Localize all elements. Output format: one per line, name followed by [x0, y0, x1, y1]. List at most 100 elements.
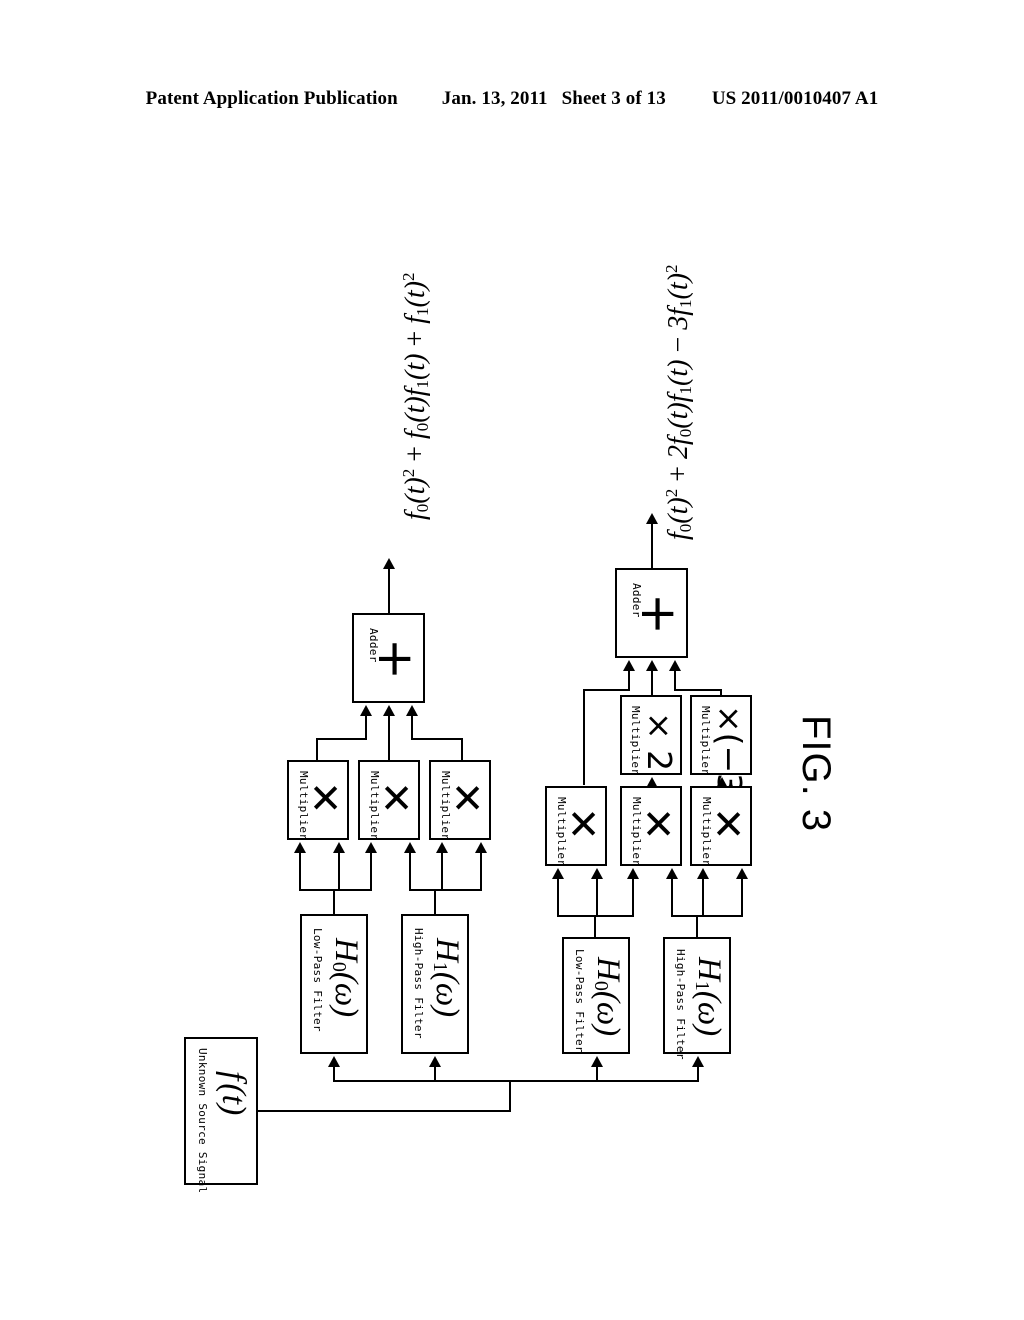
upper-lowpass-filter-block[interactable]: Low-Pass Filter H0(ω) [300, 914, 368, 1054]
lower-h1-bus-v-m2b [671, 879, 673, 917]
eq-lower-op2: − [663, 336, 694, 353]
lower-highpass-caption: High-Pass Filter [674, 949, 687, 1060]
upper-route-m1-v1 [365, 716, 367, 740]
eq-lower-term2: 2f0(t)f1(t) [663, 359, 695, 459]
upper-m3-input-arrow-a [436, 842, 448, 853]
upper-adder-symbol: + [367, 638, 425, 680]
upper-output-equation: f0(t)2 + f0(t)f1(t) + f1(t)2 [399, 272, 432, 520]
eq-upper-op1: + [400, 445, 431, 462]
eq-upper-term1: f0(t)2 [399, 468, 432, 520]
upper-h0-bus-v-m1b [338, 853, 340, 891]
lower-h1-stem [696, 915, 698, 937]
source-signal-symbol: f (t) [215, 1071, 252, 1116]
upper-route-m2-v [388, 716, 390, 760]
upper-m1-input-arrow-b [333, 842, 345, 853]
eq-upper-term2: f0(t)f1(t) [400, 353, 432, 439]
lower-multiplier-block-3[interactable]: Multiplier ✕ [690, 786, 752, 866]
upper-adder-input-arrow-3 [406, 705, 418, 716]
lower-coefficient-block-x2[interactable]: Multiplier × 2 [620, 695, 682, 775]
lower-route-c2-h [674, 689, 722, 691]
upper-output-wire [388, 565, 390, 613]
lower-route-c2-v1 [674, 671, 676, 691]
lower-route-m1-h [583, 689, 630, 691]
lower-highpass-input-arrow [692, 1056, 704, 1067]
upper-route-m3-v1 [411, 716, 413, 740]
lower-coefficient-block-xneg3[interactable]: Multiplier ×(−3) [690, 695, 752, 807]
upper-lowpass-symbol: H0(ω) [328, 938, 364, 1018]
source-distribution-bus [333, 1080, 699, 1082]
source-signal-block[interactable]: Unknown Source Signal f (t) [184, 1037, 258, 1193]
upper-h1-bus-v-m3a [441, 853, 443, 891]
upper-route-m1-h [316, 738, 367, 740]
lower-h0-bus-v-m1a [557, 879, 559, 917]
upper-lowpass-caption: Low-Pass Filter [311, 928, 324, 1032]
lower-route-c1-v [651, 671, 653, 695]
lower-m3-input-arrow-b [736, 868, 748, 879]
lower-m2-input-arrow-b [666, 868, 678, 879]
lower-adder-block[interactable]: Adder + [615, 568, 688, 658]
lower-adder-symbol: + [630, 593, 688, 635]
source-bus-drop [509, 1080, 511, 1112]
lower-m1-input-arrow-b [591, 868, 603, 879]
source-signal-caption: Unknown Source Signal [196, 1048, 209, 1194]
upper-h0-bus-v-m1a [299, 853, 301, 891]
upper-m1-input-arrow-a [294, 842, 306, 853]
lower-adder-input-arrow-2 [646, 660, 658, 671]
eq-upper-op2: + [400, 330, 431, 347]
upper-output-arrowhead [383, 558, 395, 569]
upper-route-m3-h [411, 738, 463, 740]
source-feed-line [258, 1110, 511, 1112]
upper-h1-stem [434, 889, 436, 914]
figure-3-diagram: f0(t)2 + f0(t)f1(t) + f1(t)2 f0(t)2 + 2f… [0, 0, 1024, 1320]
upper-multiplier-block-1[interactable]: Multiplier ✕ [287, 760, 349, 840]
lower-h1-bus-v-m3b [741, 879, 743, 917]
upper-route-m3-v2 [461, 738, 463, 760]
figure-label: FIG. 3 [794, 715, 838, 833]
lower-m3-input-arrow-a [697, 868, 709, 879]
upper-adder-block[interactable]: Adder + [352, 613, 425, 703]
lower-output-wire [651, 520, 653, 568]
eq-upper-term3: f1(t)2 [399, 272, 432, 324]
lower-h0-stem [594, 915, 596, 937]
lower-multiplier-block-1[interactable]: Multiplier ✕ [545, 786, 607, 866]
lower-multiplier-3-symbol: ✕ [704, 807, 750, 841]
lower-route-m1-v2 [583, 689, 585, 785]
lower-m1-input-arrow-a [552, 868, 564, 879]
lower-h1-bus-h [671, 915, 743, 917]
upper-multiplier-block-2[interactable]: Multiplier ✕ [358, 760, 420, 840]
lower-multiplier-1-symbol: ✕ [559, 807, 605, 841]
lower-multiplier-2-symbol: ✕ [634, 807, 680, 841]
lower-highpass-symbol: H1(ω) [691, 957, 727, 1037]
eq-lower-term1: f0(t)2 [662, 488, 695, 540]
upper-highpass-caption: High-Pass Filter [412, 928, 425, 1039]
upper-h1-bus-v-m3b [480, 853, 482, 891]
lower-multiplier-block-2[interactable]: Multiplier ✕ [620, 786, 682, 866]
upper-multiplier-1-symbol: ✕ [301, 781, 347, 815]
lower-lowpass-caption: Low-Pass Filter [573, 949, 586, 1053]
eq-lower-op1: + [663, 465, 694, 482]
lower-h0-bus-v-m2a [632, 879, 634, 917]
lower-adder-input-arrow-1 [623, 660, 635, 671]
upper-m2-input-arrow-a [365, 842, 377, 853]
upper-multiplier-block-3[interactable]: Multiplier ✕ [429, 760, 491, 840]
lower-highpass-filter-block[interactable]: High-Pass Filter H1(ω) [663, 937, 731, 1060]
upper-route-m1-v2 [316, 738, 318, 760]
lower-adder-input-arrow-3 [669, 660, 681, 671]
lower-h1-bus-v-m3a [702, 879, 704, 917]
upper-highpass-input-arrow [429, 1056, 441, 1067]
upper-highpass-symbol: H1(ω) [429, 938, 465, 1018]
upper-lowpass-input-arrow [328, 1056, 340, 1067]
lower-output-equation: f0(t)2 + 2f0(t)f1(t) − 3f1(t)2 [662, 264, 695, 540]
upper-multiplier-2-symbol: ✕ [372, 781, 418, 815]
upper-m2-input-arrow-b [404, 842, 416, 853]
lower-lowpass-input-arrow [591, 1056, 603, 1067]
upper-highpass-filter-block[interactable]: High-Pass Filter H1(ω) [401, 914, 469, 1054]
upper-adder-input-arrow-1 [360, 705, 372, 716]
lower-route-m1-v1 [628, 671, 630, 691]
upper-h0-bus-h [299, 889, 371, 891]
eq-lower-term3: 3f1(t)2 [662, 264, 695, 330]
upper-adder-input-arrow-2 [383, 705, 395, 716]
upper-h1-bus-v-m2b [409, 853, 411, 891]
upper-h1-bus-h [409, 889, 481, 891]
lower-lowpass-filter-block[interactable]: Low-Pass Filter H0(ω) [562, 937, 630, 1054]
